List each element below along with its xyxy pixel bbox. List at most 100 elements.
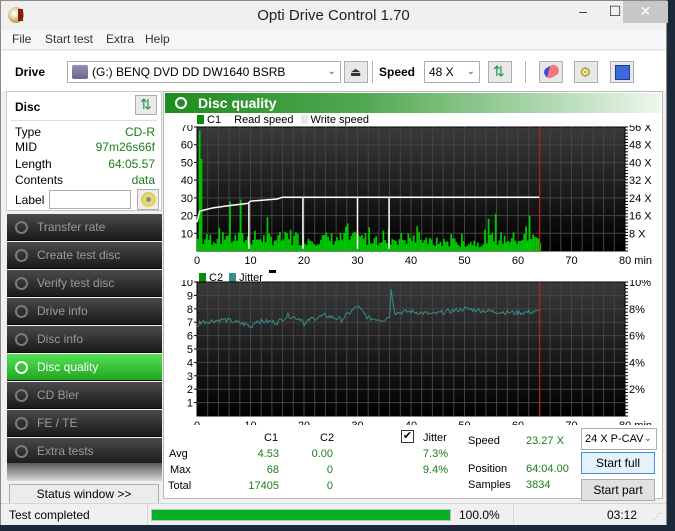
- c1-bar: [462, 241, 465, 251]
- nav-item-label: CD Bler: [37, 388, 80, 402]
- left-panel: Disc ⇅ Type CD-R MID 97m26s66f Length 64:05…: [6, 91, 162, 504]
- x-tick-label: 40: [405, 255, 417, 267]
- menu-file[interactable]: File: [12, 32, 31, 46]
- disc-icon: [15, 249, 28, 262]
- settings-button[interactable]: ⚙: [574, 61, 598, 83]
- y2-tick-label: 6%: [629, 331, 645, 343]
- c1-bar: [400, 232, 403, 251]
- c1-bar: [414, 242, 417, 251]
- nav-item-verify-test-disc[interactable]: Verify test disc: [7, 270, 162, 297]
- save-button[interactable]: [610, 61, 634, 83]
- field-value: 97m26s66f: [95, 140, 155, 154]
- refresh-disc-button[interactable]: ⇅: [135, 95, 157, 115]
- nav-item-extra-tests[interactable]: Extra tests: [7, 438, 162, 465]
- c1-bar: [243, 242, 246, 251]
- c1-bar: [500, 232, 502, 251]
- nav-item-disc-quality[interactable]: Disc quality: [7, 354, 162, 381]
- c1-bar: [510, 238, 513, 251]
- nav-item-label: Create test disc: [37, 248, 121, 262]
- stats-avg-c2: 0.00: [311, 448, 333, 460]
- resize-grip-icon[interactable]: ⋰: [653, 512, 661, 521]
- c1-bar: [211, 244, 214, 251]
- c1-bar: [473, 240, 476, 251]
- drive-icon: [72, 65, 88, 79]
- y2-tick-label: 16 X: [629, 211, 652, 223]
- c1-bar: [389, 244, 392, 251]
- x-tick-label: 80 min: [619, 420, 652, 425]
- stats-max-jitter: 9.4%: [422, 464, 448, 476]
- drive-select[interactable]: (G:) BENQ DVD DD DW1640 BSRB ⌄: [67, 61, 341, 83]
- c1-bar: [478, 247, 481, 251]
- c1-bar: [238, 232, 240, 251]
- nav-item-label: Disc quality: [37, 360, 99, 374]
- c1-bar: [216, 238, 219, 251]
- c1-bar: [300, 245, 303, 251]
- c1-bar: [225, 236, 228, 251]
- disc-label-button[interactable]: [137, 189, 159, 210]
- x-tick-label: 60: [512, 420, 524, 425]
- c1-bar: [491, 232, 494, 251]
- menu-start-test[interactable]: Start test: [45, 32, 93, 46]
- c1-bar: [386, 243, 388, 251]
- c1-bar: [321, 234, 324, 251]
- c1-bar: [205, 234, 208, 251]
- menu-extra[interactable]: Extra: [106, 32, 134, 46]
- speed-select[interactable]: 48 X ⌄: [424, 61, 480, 83]
- c1-bar: [336, 237, 338, 251]
- c1-bar: [236, 240, 239, 251]
- c1-bar: [523, 234, 526, 251]
- eject-button[interactable]: ⏏: [344, 61, 368, 83]
- c1-bar: [521, 239, 524, 251]
- c1-bar: [279, 232, 281, 251]
- nav-item-label: Drive info: [37, 304, 88, 318]
- c1-bar: [262, 235, 265, 251]
- jitter-checkbox[interactable]: ✔: [401, 430, 414, 443]
- c1-bar: [519, 241, 522, 251]
- nav-item-disc-info[interactable]: Disc info: [7, 326, 162, 353]
- status-bar: Test completed 100.0% 03:12 ⋰: [1, 503, 666, 525]
- c1-bar: [270, 236, 272, 251]
- c1-bar: [498, 240, 501, 251]
- y-tick-label: 20: [181, 211, 193, 223]
- c1-bar: [369, 243, 372, 251]
- c1-bar: [425, 237, 428, 251]
- menu-help[interactable]: Help: [145, 32, 170, 46]
- c1-bar: [526, 240, 529, 251]
- chevron-down-icon: ⌄: [643, 429, 652, 449]
- divider: [513, 504, 514, 525]
- c1-bar: [213, 242, 215, 251]
- label-input[interactable]: [49, 190, 131, 209]
- c1-bar: [434, 245, 436, 251]
- stats-avg-c1: 4.53: [257, 448, 279, 460]
- c1-bar: [261, 241, 263, 251]
- nav-item-cd-bler[interactable]: CD Bler: [7, 382, 162, 409]
- c1-bar: [241, 233, 244, 251]
- c1-bar: [459, 246, 461, 251]
- nav-item-drive-info[interactable]: Drive info: [7, 298, 162, 325]
- test-speed-select[interactable]: 24 X P-CAV ⌄: [581, 428, 657, 450]
- refresh-speed-button[interactable]: ⇅: [488, 61, 512, 83]
- start-part-button[interactable]: Start part: [581, 479, 655, 501]
- divider: [11, 120, 157, 121]
- c1-bar: [273, 240, 276, 251]
- erase-button[interactable]: [539, 61, 563, 83]
- c1-bar: [402, 239, 404, 251]
- c1-bar: [264, 241, 267, 251]
- x-tick-label: 40: [405, 420, 417, 425]
- c1-bar: [393, 239, 395, 251]
- c1-bar: [419, 239, 422, 251]
- x-tick-label: 50: [458, 420, 470, 425]
- position-value: 64:04.00: [526, 463, 569, 475]
- c1-bar: [528, 215, 531, 251]
- nav-item-create-test-disc[interactable]: Create test disc: [7, 242, 162, 269]
- speed-label: Speed: [468, 435, 500, 447]
- c1-bar: [362, 238, 365, 251]
- close-button[interactable]: ✕: [623, 1, 668, 23]
- nav-item-fe-te[interactable]: FE / TE: [7, 410, 162, 437]
- nav-item-transfer-rate[interactable]: Transfer rate: [7, 214, 162, 241]
- status-window-button[interactable]: Status window >>: [9, 484, 159, 504]
- field-value: 64:05.57: [108, 157, 155, 171]
- start-full-button[interactable]: Start full: [581, 452, 655, 474]
- stats-total-c1: 17405: [248, 480, 279, 492]
- c1-bar: [197, 238, 199, 251]
